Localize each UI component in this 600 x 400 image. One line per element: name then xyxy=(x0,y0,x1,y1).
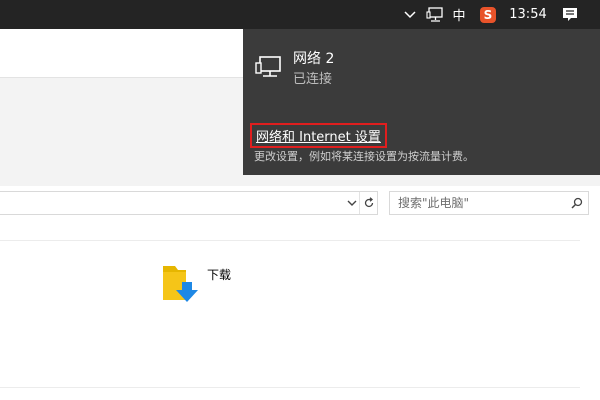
network-internet-settings-link[interactable]: 网络和 Internet 设置 xyxy=(250,123,387,148)
refresh-icon[interactable] xyxy=(359,192,378,214)
taskbar-clock[interactable]: 13:54 xyxy=(506,0,550,29)
search-icon[interactable] xyxy=(568,193,586,213)
network-tray-icon[interactable] xyxy=(424,0,446,29)
explorer-toolbar-band xyxy=(0,174,600,186)
show-hidden-icons-chevron-icon[interactable] xyxy=(400,0,420,29)
explorer-ribbon-area xyxy=(0,78,243,174)
ime-mode-indicator[interactable]: 中 xyxy=(449,0,469,29)
downloads-folder-label: 下载 xyxy=(207,268,232,282)
search-placeholder: 搜索"此电脑" xyxy=(398,196,470,210)
network-name[interactable]: 网络 2 xyxy=(293,48,334,68)
content-divider-top xyxy=(0,240,580,241)
downloads-folder-icon[interactable] xyxy=(160,262,202,304)
network-status: 已连接 xyxy=(293,72,333,87)
settings-link-description: 更改设置，例如将某连接设置为按流量计费。 xyxy=(254,150,474,163)
explorer-header-area xyxy=(0,29,243,78)
sogou-badge-letter: S xyxy=(480,6,496,23)
action-center-icon[interactable] xyxy=(556,0,584,29)
address-bar[interactable] xyxy=(0,191,378,215)
content-divider-bottom xyxy=(0,387,580,388)
sogou-ime-icon[interactable]: S xyxy=(477,0,499,29)
address-history-chevron-icon[interactable] xyxy=(344,193,360,213)
ethernet-network-icon xyxy=(255,55,283,81)
